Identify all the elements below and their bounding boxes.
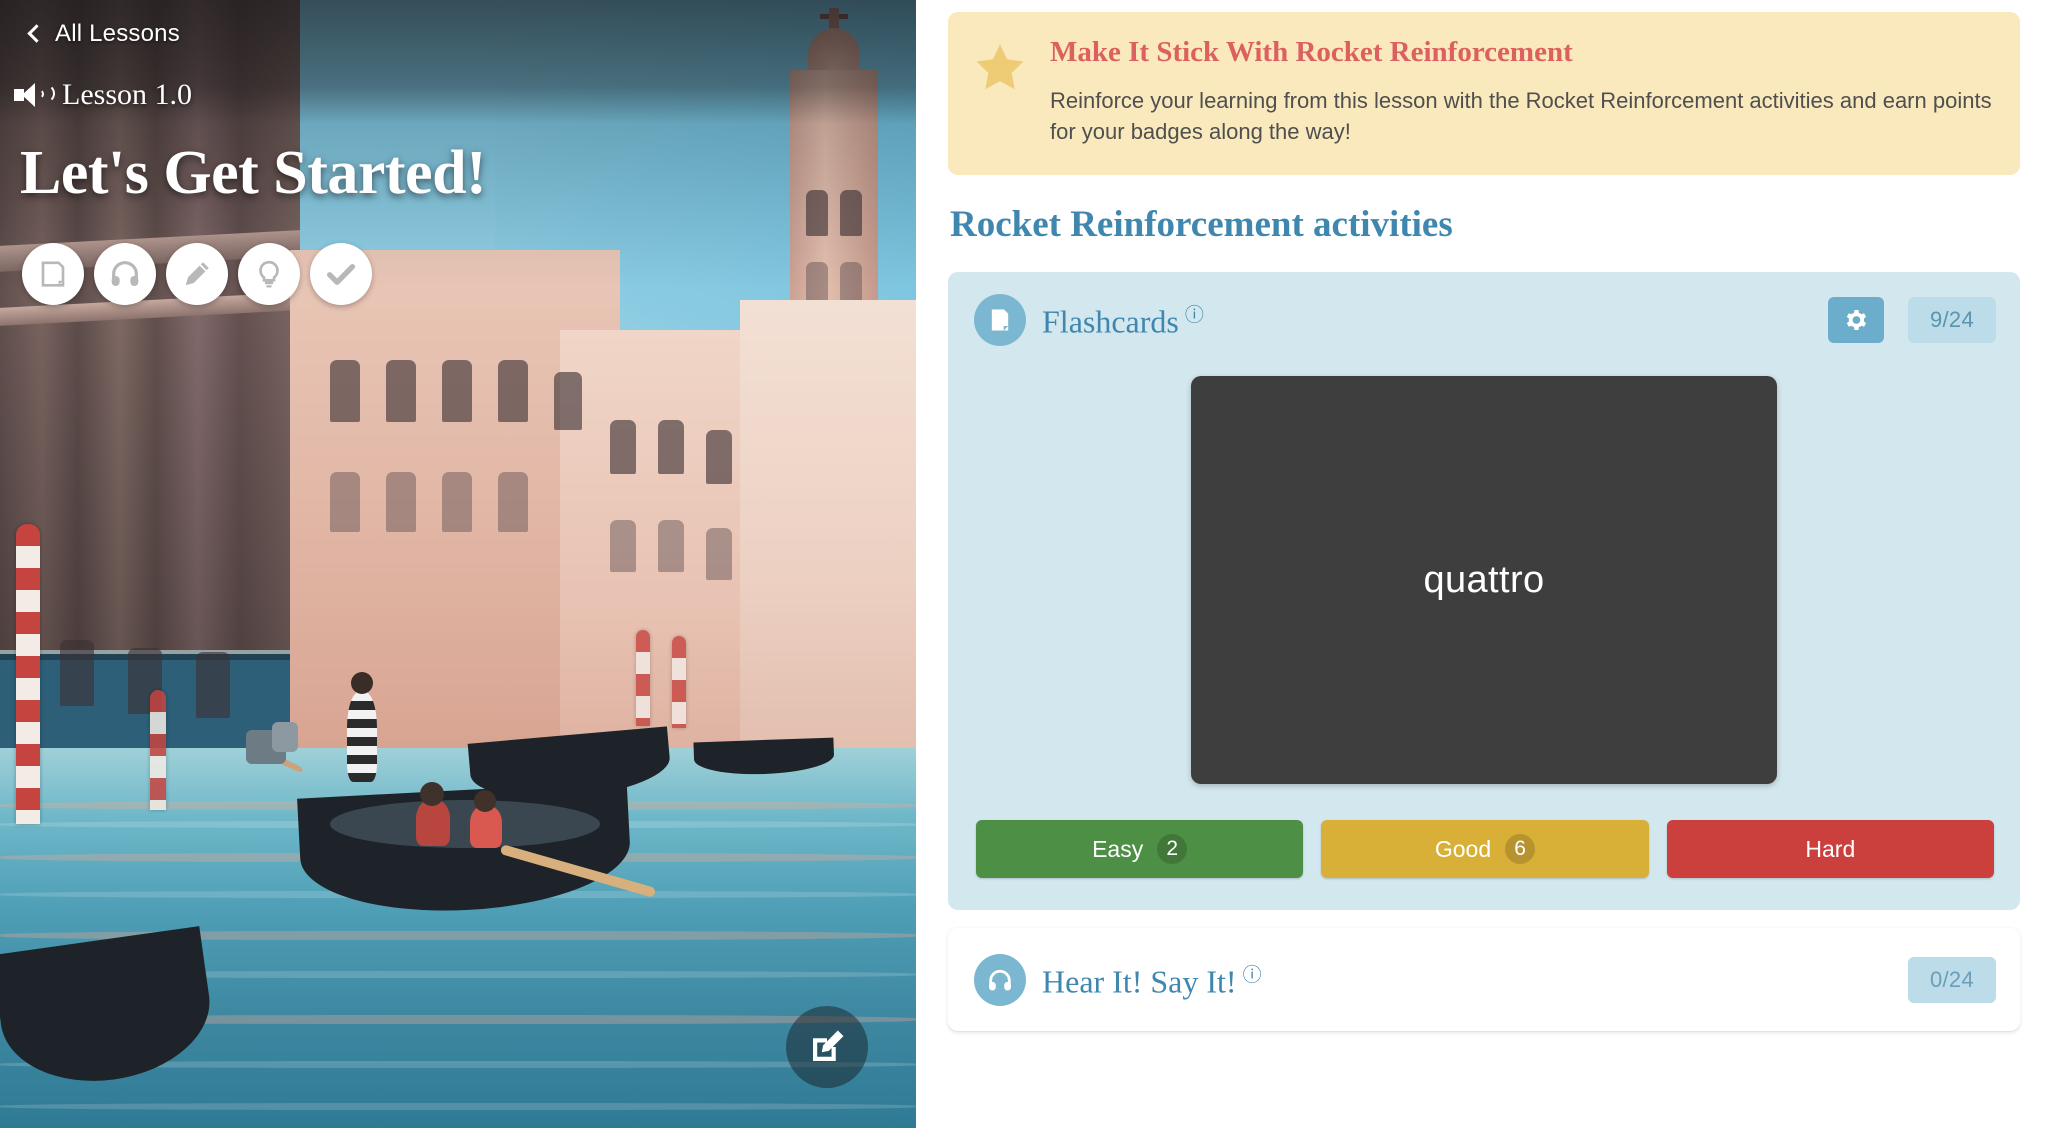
back-to-all-lessons-link[interactable]: All Lessons	[27, 20, 180, 48]
banner-star-wrap	[972, 36, 1028, 101]
section-title: Rocket Reinforcement activities	[950, 204, 1453, 246]
flashcards-title: Flashcards	[1042, 303, 1179, 340]
flashcards-title-wrap: Flashcards ⓘ	[1042, 300, 1204, 341]
hear-say-activity-card[interactable]: Hear It! Say It! ⓘ 0/24	[948, 928, 2020, 1033]
banner-text-wrap: Make It Stick With Rocket Reinforcement …	[1050, 36, 1994, 147]
lesson-activity-icon-row	[22, 243, 372, 305]
flashcard-icon-button[interactable]	[22, 243, 84, 305]
flashcard[interactable]: quattro	[1191, 376, 1777, 785]
check-icon	[327, 264, 356, 285]
flashcards-progress-counter: 9/24	[1908, 297, 1996, 344]
back-link-label: All Lessons	[55, 20, 180, 47]
flashcards-activity-icon-wrap	[974, 294, 1026, 347]
headphones-icon	[989, 970, 1011, 991]
hear-say-title: Hear It! Say It!	[1042, 963, 1237, 1000]
lesson-hero: All Lessons Lesson 1.0 Let's Get Started…	[0, 0, 916, 1128]
grade-good-button[interactable]: Good 6	[1321, 820, 1649, 879]
hear-say-card-header: Hear It! Say It! ⓘ 0/24	[948, 928, 2020, 1032]
flashcard-icon	[41, 261, 65, 287]
flashcard-icon	[991, 309, 1009, 331]
check-icon-button[interactable]	[310, 243, 372, 305]
flashcards-settings-button[interactable]	[1828, 297, 1884, 344]
grade-easy-label: Easy	[1092, 835, 1144, 862]
pencil-icon-button[interactable]	[166, 243, 228, 305]
pencil-icon	[185, 262, 209, 286]
grade-good-count: 6	[1505, 834, 1536, 865]
headphones-icon	[111, 261, 139, 286]
speaker-icon	[14, 82, 55, 108]
grade-easy-button[interactable]: Easy 2	[976, 820, 1304, 879]
reinforcement-banner: Make It Stick With Rocket Reinforcement …	[948, 12, 2020, 176]
compose-icon	[813, 1030, 844, 1061]
flashcard-grade-row: Easy 2 Good 6 Hard	[948, 784, 2020, 910]
banner-title: Make It Stick With Rocket Reinforcement	[1050, 36, 1573, 68]
lightbulb-icon-button[interactable]	[238, 243, 300, 305]
headphones-icon-button[interactable]	[94, 243, 156, 305]
lesson-label-row[interactable]: Lesson 1.0	[14, 78, 192, 112]
lesson-content-panel: Make It Stick With Rocket Reinforcement …	[916, 0, 2048, 1128]
compose-note-button[interactable]	[786, 1006, 868, 1088]
gear-icon	[1846, 310, 1867, 331]
lesson-page: All Lessons Lesson 1.0 Let's Get Started…	[0, 0, 2048, 1128]
hear-say-title-wrap: Hear It! Say It! ⓘ	[1042, 960, 1262, 1001]
grade-good-label: Good	[1434, 835, 1492, 862]
flashcards-activity-card: Flashcards ⓘ 9/24 quattro Easy 2 Good 6 …	[948, 272, 2020, 911]
help-icon[interactable]: ⓘ	[1185, 300, 1204, 327]
help-icon[interactable]: ⓘ	[1243, 960, 1262, 987]
hear-say-activity-icon-wrap	[974, 954, 1026, 1007]
flashcard-stage: quattro	[948, 360, 2020, 785]
banner-body: Reinforce your learning from this lesson…	[1050, 88, 1992, 145]
star-icon	[976, 44, 1024, 90]
grade-hard-button[interactable]: Hard	[1666, 820, 1994, 879]
lesson-number-label: Lesson 1.0	[62, 78, 192, 111]
hear-say-progress-counter: 0/24	[1908, 957, 1996, 1004]
lightbulb-icon	[259, 260, 279, 288]
grade-easy-count: 2	[1157, 834, 1188, 865]
flashcards-card-header: Flashcards ⓘ 9/24	[948, 272, 2020, 360]
grade-hard-label: Hard	[1805, 835, 1856, 862]
lesson-title: Let's Get Started!	[20, 139, 487, 207]
chevron-left-icon	[27, 23, 46, 43]
